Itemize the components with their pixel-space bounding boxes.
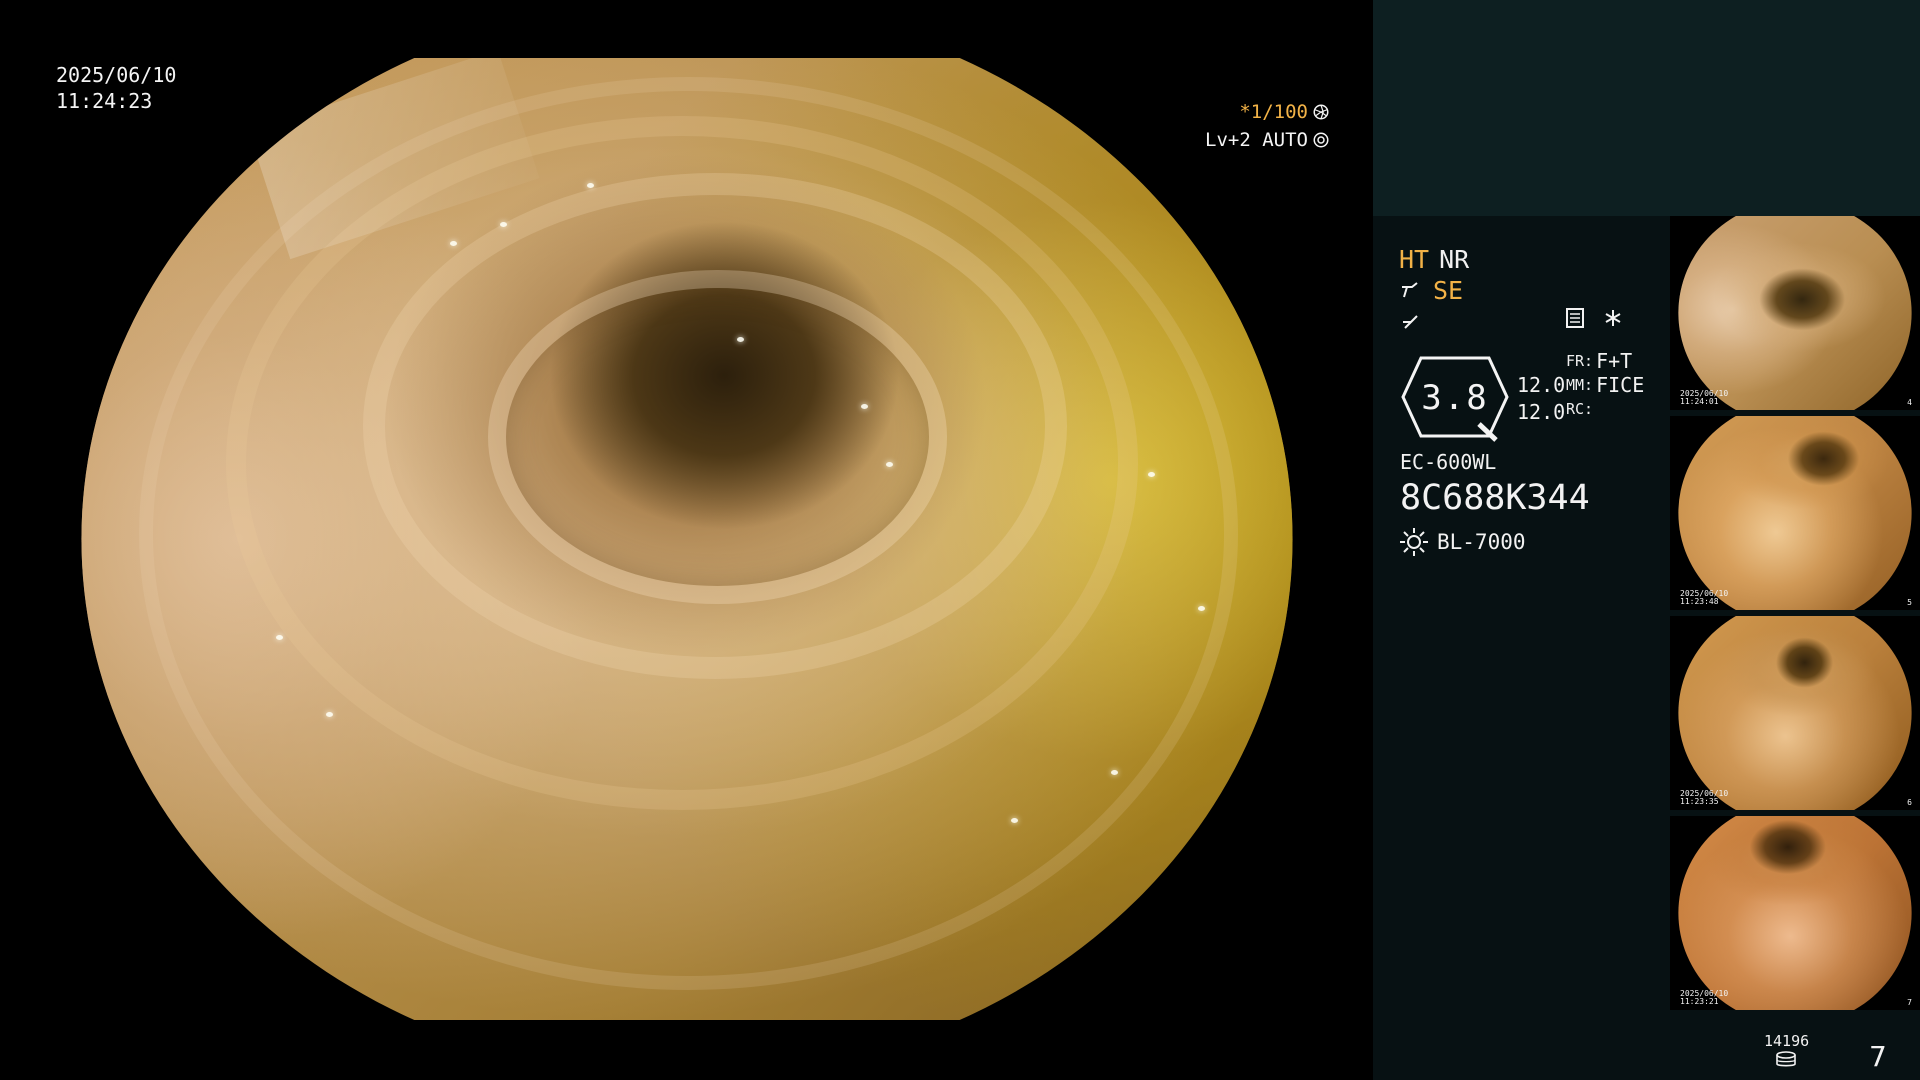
zoom-metrics: 12.0 12.0 [1517,372,1565,426]
thumbnail-index: 7 [1907,998,1912,1007]
mode-row-primary: HT NR [1399,244,1689,275]
endoscopy-screen: 2025/06/10 11:24:23 *1/100 Lv+2 AUTO HT … [0,0,1920,1080]
main-endoscopic-view [81,58,1293,1020]
display-mode-icons [1563,306,1625,330]
time-text: 11:24:23 [56,89,153,113]
specular-highlight [736,336,744,342]
thumbnail-timestamp: 2025/06/10 11:24:01 [1680,390,1728,406]
device-identification: EC-600WL 8C688K344 [1400,450,1590,518]
thumbnail-time: 11:23:21 [1680,997,1719,1006]
light-source-name: BL-7000 [1437,530,1526,554]
thumbnail-column: 2025/06/10 11:24:01 4 2025/06/10 11:23:4… [1670,216,1920,1016]
thumbnail-timestamp: 2025/06/10 11:23:21 [1680,990,1728,1006]
thumbnail-image [1678,216,1912,410]
date-text: 2025/06/10 [56,63,177,87]
asterisk-icon [1601,306,1625,330]
drive-icon [1775,1051,1797,1069]
sun-icon [1399,527,1429,557]
auto-iris-icon [1312,131,1330,149]
mm-value: FICE [1596,373,1645,397]
zoom-indicator: 3.8 [1399,352,1511,442]
rc-row: RC: [1566,397,1644,421]
upper-metric: 12.0 [1517,373,1566,397]
specular-highlight [450,240,458,246]
mm-label: MM: [1566,376,1594,394]
specular-highlight [1148,471,1156,477]
specular-highlight [325,712,333,718]
level-value: Lv+2 AUTO [1205,129,1308,151]
fr-row: FR: F+T [1566,349,1644,373]
mode-row-tertiary [1399,306,1689,337]
menu-icon [1563,306,1587,330]
mode-row-secondary: SE [1399,275,1689,306]
processing-settings: HT NR SE [1399,244,1689,337]
shutter-status: *1/100 [1190,98,1330,126]
specular-highlight [500,221,508,227]
thumbnail-timestamp: 2025/06/10 11:23:48 [1680,590,1728,606]
device-serial: 8C688K344 [1400,478,1590,518]
specular-highlight [1010,817,1018,823]
ht-mode: HT [1399,245,1430,274]
specular-highlight [1110,769,1118,775]
thumbnail-4[interactable]: 2025/06/10 11:23:21 7 [1670,816,1920,1010]
thumbnail-image [1678,816,1912,1010]
nr-mode: NR [1439,245,1470,274]
image-count: 7 [1869,1040,1887,1073]
level-status: Lv+2 AUTO [1190,126,1330,154]
shutter-value: *1/100 [1239,101,1308,123]
mode-values: FR: F+T MM: FICE RC: [1566,349,1644,421]
thumbnail-image [1678,416,1912,610]
thumbnail-1[interactable]: 2025/06/10 11:24:01 4 [1670,216,1920,410]
date-time: 2025/06/10 11:24:23 [56,62,176,114]
thumbnail-index: 5 [1907,598,1912,607]
panel-top-area [1373,0,1920,216]
slash-icon [1399,310,1423,334]
thumbnail-2[interactable]: 2025/06/10 11:23:48 5 [1670,416,1920,610]
thumbnail-timestamp: 2025/06/10 11:23:35 [1680,790,1728,806]
mm-row: MM: FICE [1566,373,1644,397]
se-mode: SE [1433,276,1464,305]
thumbnail-time: 11:24:01 [1680,397,1719,406]
thumbnail-index: 6 [1907,798,1912,807]
capture-status: *1/100 Lv+2 AUTO [1190,98,1330,154]
device-model: EC-600WL [1400,450,1497,474]
zoom-value: 3.8 [1421,378,1489,418]
endoscopic-scene [81,58,1293,1020]
fr-value: F+T [1596,349,1633,373]
thumbnail-3[interactable]: 2025/06/10 11:23:35 6 [1670,616,1920,810]
lower-metric: 12.0 [1517,400,1566,424]
thumbnail-image [1678,616,1912,810]
light-source: BL-7000 [1399,527,1526,557]
thumbnail-time: 11:23:35 [1680,797,1719,806]
rc-label: RC: [1566,400,1594,418]
thumbnail-index: 4 [1907,398,1912,407]
aperture-icon [1312,103,1330,121]
fr-label: FR: [1566,352,1594,370]
forceps-icon [1399,279,1423,303]
storage-number: 14196 [1764,1032,1810,1050]
thumbnail-time: 11:23:48 [1680,597,1719,606]
